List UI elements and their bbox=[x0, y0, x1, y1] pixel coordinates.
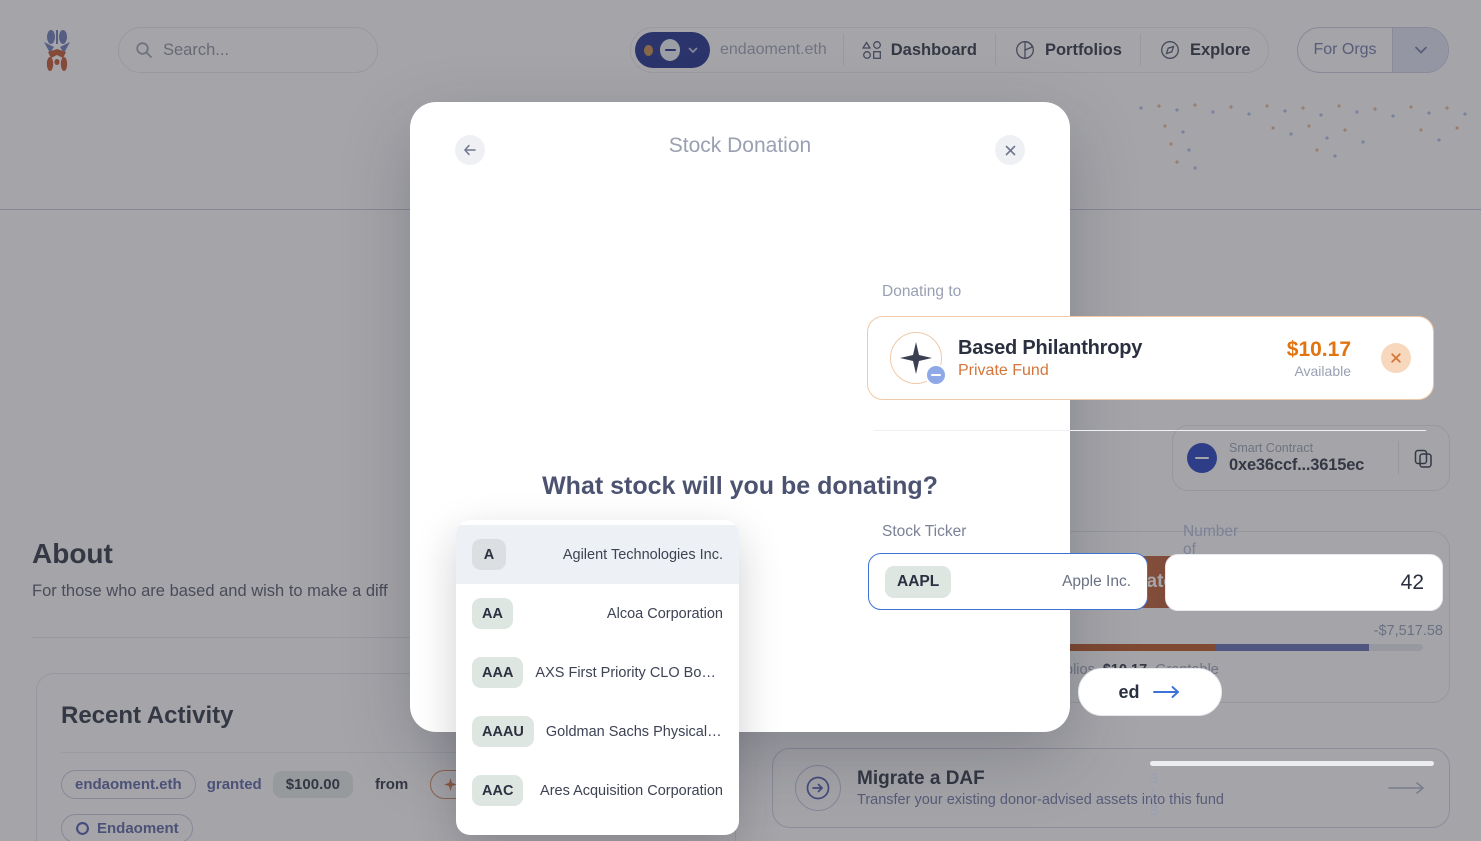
proceed-label: ed bbox=[1118, 681, 1140, 702]
fund-type: Private Fund bbox=[958, 361, 1049, 379]
number-of-shares-input[interactable]: 42 bbox=[1165, 554, 1443, 611]
option-ticker-chip: A bbox=[472, 539, 506, 570]
fund-badge-icon bbox=[925, 364, 947, 386]
modal-step-counter: 3 / 8 bbox=[1150, 771, 1159, 819]
dropdown-option[interactable]: AAA AXS First Priority CLO Bond E... bbox=[456, 643, 739, 702]
app-root: Search... endaoment.eth Dashboard Portfo… bbox=[0, 0, 1481, 841]
fund-amount-label: Available bbox=[1294, 362, 1351, 379]
stock-ticker-dropdown[interactable]: A Agilent Technologies Inc. AA Alcoa Cor… bbox=[456, 520, 739, 835]
close-modal-button[interactable] bbox=[995, 135, 1025, 165]
fund-available-amount: $10.17 Available bbox=[1287, 338, 1351, 379]
fund-name: Based Philanthropy bbox=[958, 336, 1143, 359]
dropdown-option[interactable]: AAC Ares Acquisition Corporation bbox=[456, 761, 739, 820]
option-ticker-chip: AAA bbox=[472, 657, 524, 688]
stock-ticker-label: Stock Ticker bbox=[882, 523, 967, 540]
dropdown-option[interactable]: A Agilent Technologies Inc. bbox=[456, 525, 739, 584]
ticker-symbol-chip: AAPL bbox=[885, 565, 952, 598]
fund-amount-value: $10.17 bbox=[1286, 337, 1351, 361]
option-company-name: Goldman Sachs Physical Gol... bbox=[545, 723, 723, 740]
option-company-name: Ares Acquisition Corporation bbox=[540, 782, 723, 799]
option-ticker-chip: AAAU bbox=[472, 716, 534, 747]
dropdown-option[interactable]: AAAU Goldman Sachs Physical Gol... bbox=[456, 702, 739, 761]
option-ticker-chip: AAC bbox=[472, 775, 524, 806]
close-icon bbox=[1005, 145, 1015, 155]
selected-fund-card: Based Philanthropy Private Fund $10.17 A… bbox=[867, 316, 1434, 400]
option-company-name: Agilent Technologies Inc. bbox=[562, 546, 723, 563]
remove-fund-button[interactable] bbox=[1381, 343, 1411, 373]
fund-avatar bbox=[890, 332, 947, 386]
option-ticker-chip: AA bbox=[472, 598, 513, 629]
ticker-company-name: Apple Inc. bbox=[1062, 572, 1131, 590]
stock-ticker-input[interactable]: AAPL Apple Inc. bbox=[868, 553, 1148, 610]
dropdown-option[interactable]: AA Alcoa Corporation bbox=[456, 584, 739, 643]
close-icon bbox=[1391, 353, 1401, 363]
modal-title: Stock Donation bbox=[668, 134, 812, 157]
modal-header: Stock Donation bbox=[410, 102, 1070, 194]
fund-text: Based Philanthropy Private Fund bbox=[958, 337, 1271, 380]
shares-value: 42 bbox=[1400, 570, 1424, 594]
modal-step-progress bbox=[1150, 761, 1434, 766]
shares-estimated-value: -$7,517.58 bbox=[1373, 623, 1443, 639]
option-company-name: Alcoa Corporation bbox=[606, 605, 723, 622]
modal-divider bbox=[874, 430, 1426, 431]
arrow-right-icon bbox=[1152, 686, 1179, 698]
option-company-name: AXS First Priority CLO Bond E... bbox=[535, 664, 723, 681]
proceed-button[interactable]: ed bbox=[1078, 668, 1222, 716]
donating-to-label: Donating to bbox=[882, 283, 962, 300]
stock-question-heading: What stock will you be donating? bbox=[542, 472, 938, 500]
